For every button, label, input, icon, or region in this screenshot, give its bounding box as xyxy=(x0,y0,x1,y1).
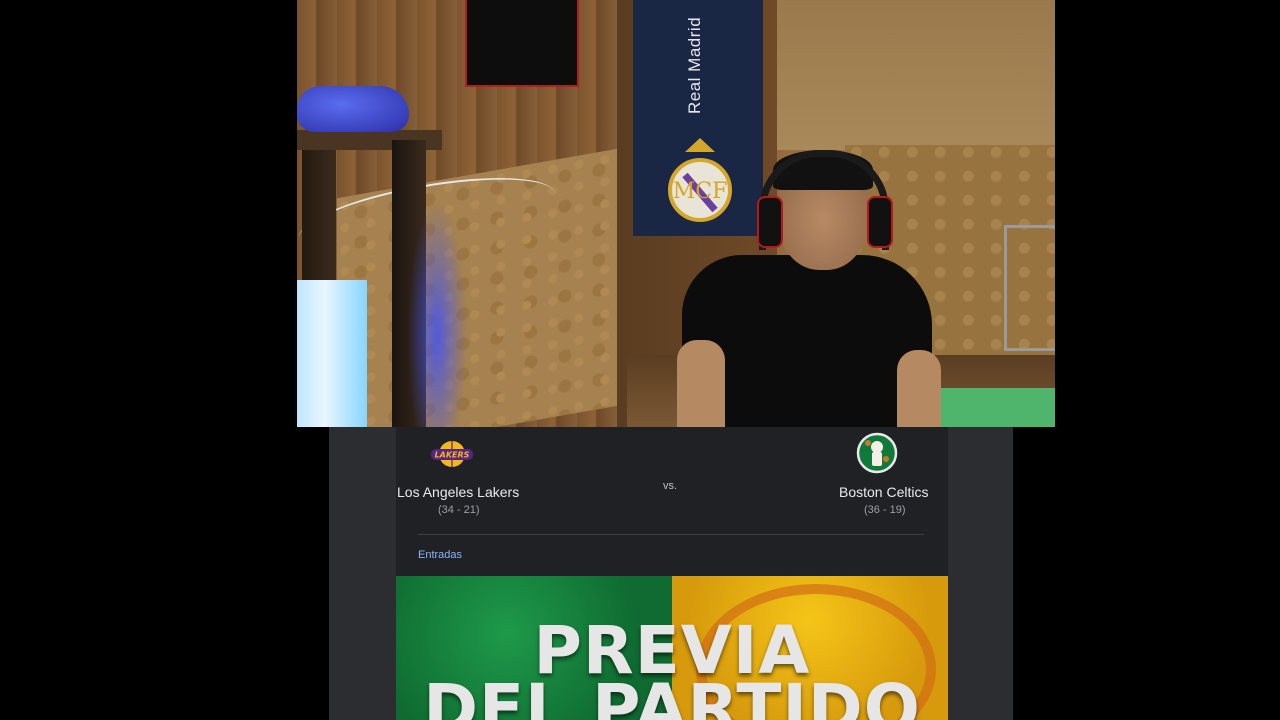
blue-light xyxy=(407,200,467,427)
green-bedsheet xyxy=(937,388,1055,427)
wood-wall-right xyxy=(770,0,1055,150)
streamer-arm-left xyxy=(677,340,725,427)
home-team-record: (34 - 21) xyxy=(438,504,480,516)
headset-ear-right xyxy=(867,196,893,248)
promo-title: PREVIA DEL PARTIDO xyxy=(396,618,948,720)
home-team-name[interactable]: Los Angeles Lakers xyxy=(397,484,519,500)
streamer-arm-right xyxy=(897,350,941,427)
svg-text:MCF: MCF xyxy=(673,179,728,204)
pc-case xyxy=(297,280,367,427)
wall-tv xyxy=(465,0,579,87)
promo-line-2: DEL PARTIDO xyxy=(423,670,921,720)
away-team-name[interactable]: Boston Celtics xyxy=(839,484,928,500)
promo-video-thumbnail[interactable]: PREVIA DEL PARTIDO xyxy=(396,576,948,720)
bed-frame xyxy=(1004,225,1055,351)
tab-entradas[interactable]: Entradas xyxy=(418,549,462,561)
crest-icon: MCF xyxy=(668,138,732,222)
game-controller xyxy=(297,86,409,132)
celtics-logo-icon[interactable] xyxy=(855,431,899,475)
webcam-feed: Real Madrid MCF xyxy=(297,0,1055,427)
headset-ear-left xyxy=(757,196,783,248)
vs-label: vs. xyxy=(663,480,678,492)
flag-text: Real Madrid xyxy=(685,16,704,114)
svg-text:LAKERS: LAKERS xyxy=(435,451,470,460)
divider xyxy=(418,534,924,535)
lakers-logo-icon[interactable]: LAKERS xyxy=(430,432,474,476)
away-team-record: (36 - 19) xyxy=(864,504,906,516)
